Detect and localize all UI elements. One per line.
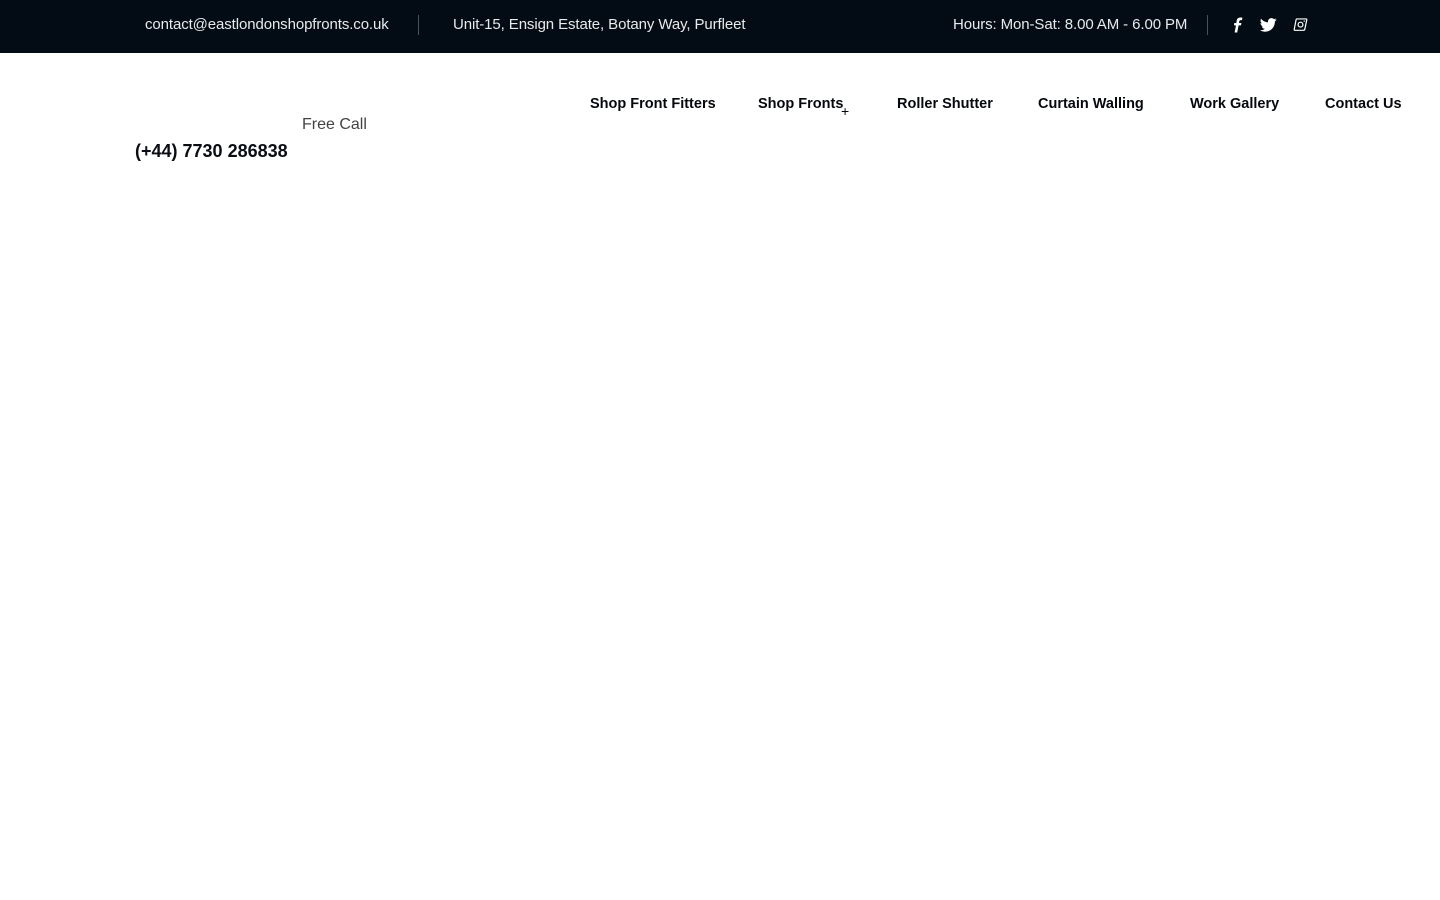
site-header: Free Call (+44) 7730 286838 Shop Front F… xyxy=(0,53,1440,173)
nav-item-curtain-walling[interactable]: Curtain Walling xyxy=(1038,95,1144,113)
page-content-area xyxy=(0,173,1440,900)
nav-item-shop-front-fitters[interactable]: Shop Front Fitters xyxy=(590,95,716,113)
phone-number-link[interactable]: (+44) 7730 286838 xyxy=(135,141,288,162)
submenu-plus-icon[interactable]: + xyxy=(841,104,849,118)
free-call-label: Free Call xyxy=(302,116,367,133)
opening-hours-text: Hours: Mon-Sat: 8.00 AM - 6.00 PM xyxy=(953,16,1188,33)
facebook-icon[interactable] xyxy=(1229,16,1247,34)
topbar-divider xyxy=(1207,15,1208,35)
nav-item-shop-fronts[interactable]: Shop Fronts xyxy=(758,95,843,113)
nav-item-roller-shutter[interactable]: Roller Shutter xyxy=(897,95,993,113)
nav-item-contact-us[interactable]: Contact Us xyxy=(1325,95,1402,113)
top-info-bar: contact@eastlondonshopfronts.co.uk Unit-… xyxy=(0,0,1440,53)
twitter-icon[interactable] xyxy=(1259,16,1277,34)
contact-email-link[interactable]: contact@eastlondonshopfronts.co.uk xyxy=(145,16,389,34)
address-text: Unit-15, Ensign Estate, Botany Way, Purf… xyxy=(453,16,746,33)
topbar-divider xyxy=(418,15,419,35)
instagram-icon[interactable] xyxy=(1291,16,1309,34)
nav-item-work-gallery[interactable]: Work Gallery xyxy=(1190,95,1279,113)
